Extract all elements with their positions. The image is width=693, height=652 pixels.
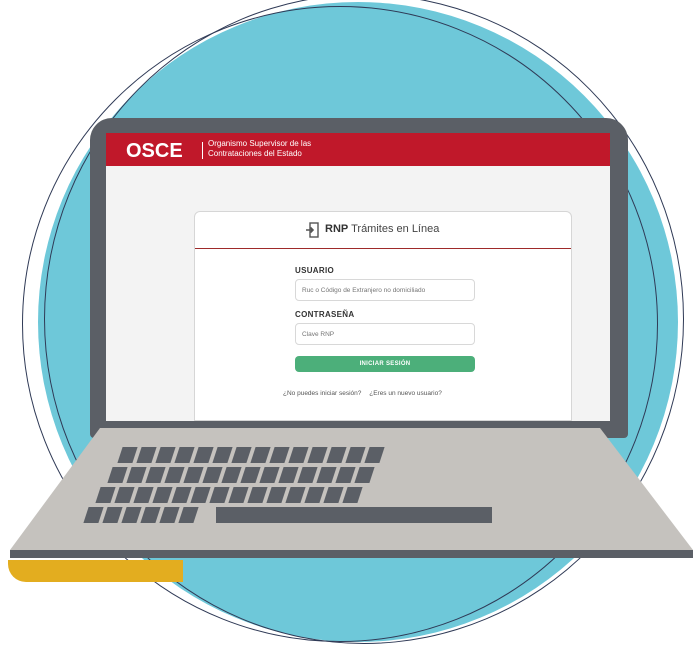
org-name: Organismo Supervisor de las Contratacion…: [208, 139, 348, 158]
org-name-line1: Organismo Supervisor de las: [208, 139, 312, 148]
osce-logo[interactable]: OSCE: [126, 141, 183, 161]
help-links: ¿No puedes iniciar sesión? ¿Eres un nuev…: [283, 390, 448, 397]
forgot-password-link[interactable]: ¿No puedes iniciar sesión?: [283, 390, 361, 397]
usuario-label: USUARIO: [295, 266, 334, 275]
org-name-line2: Contrataciones del Estado: [208, 148, 302, 158]
login-button[interactable]: INICIAR SESIÓN: [295, 356, 475, 372]
card-title: RNP Trámites en Línea: [325, 223, 439, 235]
door-exit-icon: [306, 222, 319, 238]
logo-divider: [202, 142, 203, 159]
gold-accent: [8, 560, 183, 582]
card-header: RNP Trámites en Línea: [195, 212, 571, 249]
password-label: CONTRASEÑA: [295, 310, 355, 319]
password-input[interactable]: [295, 323, 475, 345]
usuario-input[interactable]: [295, 279, 475, 301]
laptop-screen: OSCE Organismo Supervisor de las Contrat…: [106, 133, 610, 421]
spacebar-key: [216, 507, 492, 523]
login-card: RNP Trámites en Línea USUARIO CONTRASEÑA…: [194, 211, 572, 421]
osce-logo-text: OSCE: [126, 140, 183, 162]
new-user-link[interactable]: ¿Eres un nuevo usuario?: [369, 390, 442, 397]
card-title-bold: RNP: [325, 223, 349, 235]
site-header: OSCE Organismo Supervisor de las Contrat…: [106, 133, 610, 166]
card-title-rest: Trámites en Línea: [351, 223, 440, 235]
